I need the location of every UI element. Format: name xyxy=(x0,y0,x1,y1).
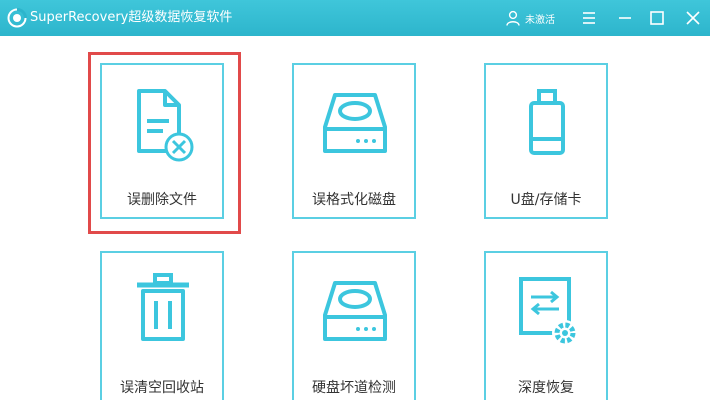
card-label: 深度恢复 xyxy=(518,380,574,396)
maximize-icon[interactable] xyxy=(647,8,667,28)
disk-icon xyxy=(323,93,387,153)
deep-recovery-icon xyxy=(519,277,578,346)
card-label: 硬盘坏道检测 xyxy=(312,380,396,396)
usb-drive-icon xyxy=(529,89,565,155)
menu-icon[interactable] xyxy=(579,8,599,28)
card-label: 误清空回收站 xyxy=(120,380,204,396)
deleted-file-icon xyxy=(137,89,194,162)
title-bar: SuperRecovery超级数据恢复软件 未激活 xyxy=(0,0,710,36)
card-deep-recovery[interactable]: 深度恢复 xyxy=(484,251,608,400)
disk-check-icon xyxy=(323,281,387,341)
card-deleted-files[interactable]: 误删除文件 xyxy=(100,63,224,219)
account-button[interactable]: 未激活 xyxy=(506,8,555,28)
app-title: SuperRecovery超级数据恢复软件 xyxy=(30,10,233,25)
close-icon[interactable] xyxy=(683,8,703,28)
card-disk-check[interactable]: 硬盘坏道检测 xyxy=(292,251,416,400)
activation-status: 未激活 xyxy=(525,14,555,26)
recovery-modes-panel: 误删除文件 误格式化磁盘 U盘/存储卡 误清空回收站 硬盘坏道检测 深度恢复 xyxy=(0,36,710,400)
card-recycle-bin[interactable]: 误清空回收站 xyxy=(100,251,224,400)
card-label: 误格式化磁盘 xyxy=(312,192,396,208)
app-logo-icon xyxy=(7,8,27,28)
user-icon xyxy=(506,10,520,26)
card-label: 误删除文件 xyxy=(127,192,197,208)
trash-icon xyxy=(137,273,189,341)
card-formatted-disk[interactable]: 误格式化磁盘 xyxy=(292,63,416,219)
minimize-icon[interactable] xyxy=(615,8,635,28)
card-usb-storage[interactable]: U盘/存储卡 xyxy=(484,63,608,219)
card-label: U盘/存储卡 xyxy=(510,192,582,208)
